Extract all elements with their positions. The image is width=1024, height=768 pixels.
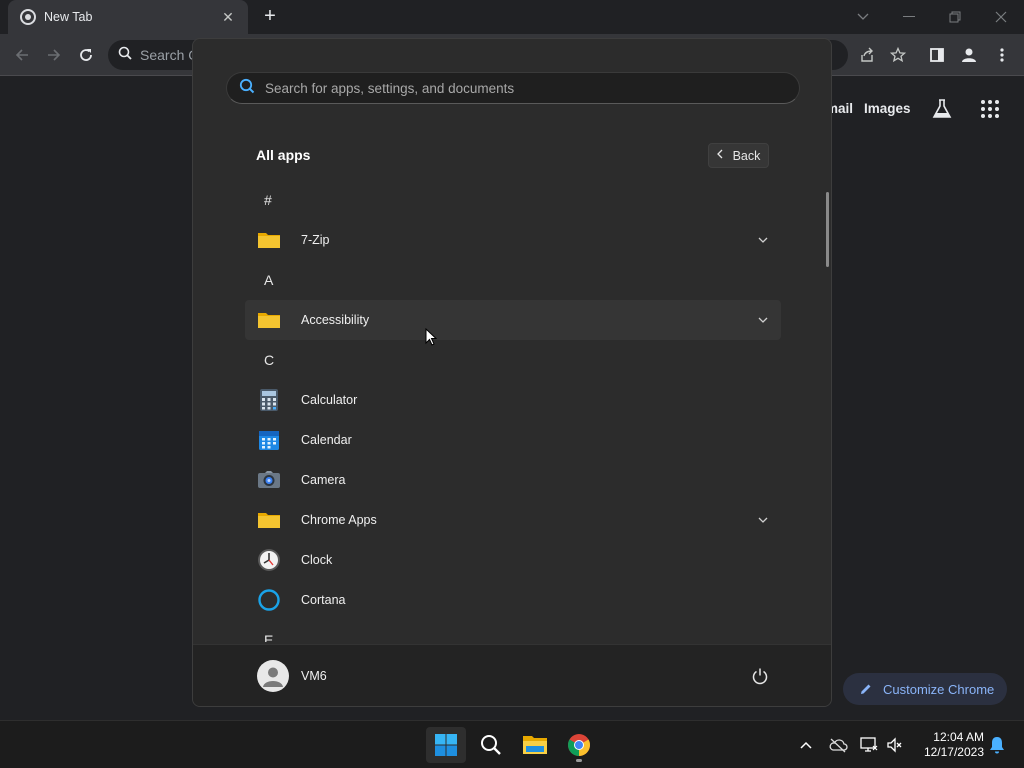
volume-muted-icon[interactable] <box>885 735 905 755</box>
running-indicator <box>576 759 582 762</box>
mouse-cursor-icon <box>425 327 438 351</box>
camera-icon <box>257 468 281 492</box>
omnibox-placeholder: Search G <box>140 47 200 63</box>
letter-label: # <box>264 192 272 208</box>
app-item-accessibility[interactable]: Accessibility <box>245 300 781 340</box>
chrome-menu-icon[interactable] <box>990 43 1014 67</box>
clock-date: 12/17/2023 <box>923 745 984 759</box>
close-window-icon[interactable] <box>978 0 1024 34</box>
tab-strip: New Tab ✕ + <box>0 0 1024 34</box>
file-explorer-icon[interactable] <box>515 727 555 763</box>
customize-chrome-button[interactable]: Customize Chrome <box>843 673 1007 705</box>
calculator-icon <box>257 388 281 412</box>
taskbar: 12:04 AM 12/17/2023 <box>0 720 1024 768</box>
letter-label: C <box>264 352 275 368</box>
app-label: Clock <box>301 553 333 567</box>
back-button-label: Back <box>732 148 761 163</box>
onedrive-offline-icon[interactable] <box>828 735 848 755</box>
letter-header-e[interactable]: E <box>245 620 781 642</box>
start-search-input[interactable] <box>265 80 765 96</box>
calendar-icon <box>257 428 281 452</box>
clock-icon <box>257 548 281 572</box>
taskbar-search-icon[interactable] <box>471 727 511 763</box>
bookmark-star-icon[interactable] <box>886 43 910 67</box>
chevron-down-icon[interactable] <box>755 312 771 328</box>
back-button[interactable]: Back <box>708 143 769 168</box>
start-button[interactable] <box>426 727 466 763</box>
clock-time: 12:04 AM <box>933 730 984 744</box>
app-item-calendar[interactable]: Calendar <box>245 420 781 460</box>
tab-search-icon[interactable] <box>840 0 886 34</box>
all-apps-title: All apps <box>256 147 311 163</box>
app-label: Camera <box>301 473 346 487</box>
folder-icon <box>257 508 281 532</box>
tab-title: New Tab <box>44 10 93 24</box>
all-apps-list: # 7-Zip A Accessibility C Calculator Cal… <box>245 180 781 642</box>
back-arrow-icon[interactable] <box>10 43 34 67</box>
minimize-icon[interactable] <box>886 0 932 34</box>
letter-header-a[interactable]: A <box>245 260 781 300</box>
app-item-cortana[interactable]: Cortana <box>245 580 781 620</box>
chevron-down-icon[interactable] <box>755 232 771 248</box>
start-menu: All apps Back # 7-Zip A Accessibility <box>192 38 832 707</box>
search-icon <box>239 78 255 99</box>
side-panel-icon[interactable] <box>925 43 949 67</box>
letter-label: A <box>264 272 274 288</box>
apps-grid-icon[interactable] <box>980 99 1000 119</box>
app-label: Calculator <box>301 393 358 407</box>
images-link[interactable]: Images <box>864 101 911 116</box>
customize-chrome-label: Customize Chrome <box>883 681 995 697</box>
labs-flask-icon[interactable] <box>931 98 953 120</box>
restore-icon[interactable] <box>932 0 978 34</box>
app-item-7zip[interactable]: 7-Zip <box>245 220 781 260</box>
pencil-icon <box>861 684 871 694</box>
user-name[interactable]: VM6 <box>301 669 327 683</box>
windows-logo-icon <box>435 734 457 756</box>
scrollbar-thumb[interactable] <box>826 192 829 267</box>
tab-close-icon[interactable]: ✕ <box>218 9 238 26</box>
profile-icon[interactable] <box>957 43 981 67</box>
letter-header-hash[interactable]: # <box>245 180 781 220</box>
start-search-box[interactable] <box>226 72 800 104</box>
app-label: Calendar <box>301 433 352 447</box>
notification-bell-icon[interactable] <box>987 735 1007 755</box>
cortana-icon <box>257 588 281 612</box>
show-hidden-icons-chevron-icon[interactable] <box>796 735 816 755</box>
letter-header-c[interactable]: C <box>245 340 781 380</box>
new-tab-button[interactable]: + <box>258 5 282 29</box>
share-icon[interactable] <box>855 43 879 67</box>
browser-tab[interactable]: New Tab ✕ <box>8 0 248 34</box>
power-icon[interactable] <box>749 665 771 687</box>
network-icon[interactable] <box>859 735 879 755</box>
app-label: 7-Zip <box>301 233 330 247</box>
start-footer: VM6 <box>193 644 831 706</box>
app-item-calculator[interactable]: Calculator <box>245 380 781 420</box>
chrome-favicon-icon <box>20 9 36 25</box>
app-item-chrome-apps[interactable]: Chrome Apps <box>245 500 781 540</box>
app-label: Chrome Apps <box>301 513 377 527</box>
chrome-taskbar-icon[interactable] <box>559 727 599 763</box>
system-clock[interactable]: 12:04 AM 12/17/2023 <box>914 730 984 760</box>
user-avatar[interactable] <box>257 660 289 692</box>
reload-icon[interactable] <box>74 43 98 67</box>
app-label: Cortana <box>301 593 346 607</box>
app-item-clock[interactable]: Clock <box>245 540 781 580</box>
forward-arrow-icon[interactable] <box>42 43 66 67</box>
chevron-left-icon <box>716 149 723 162</box>
folder-icon <box>257 228 281 252</box>
app-label: Accessibility <box>301 313 370 327</box>
app-item-camera[interactable]: Camera <box>245 460 781 500</box>
letter-label: E <box>264 632 274 642</box>
search-icon <box>118 46 132 65</box>
chevron-down-icon[interactable] <box>755 512 771 528</box>
folder-icon <box>257 308 281 332</box>
